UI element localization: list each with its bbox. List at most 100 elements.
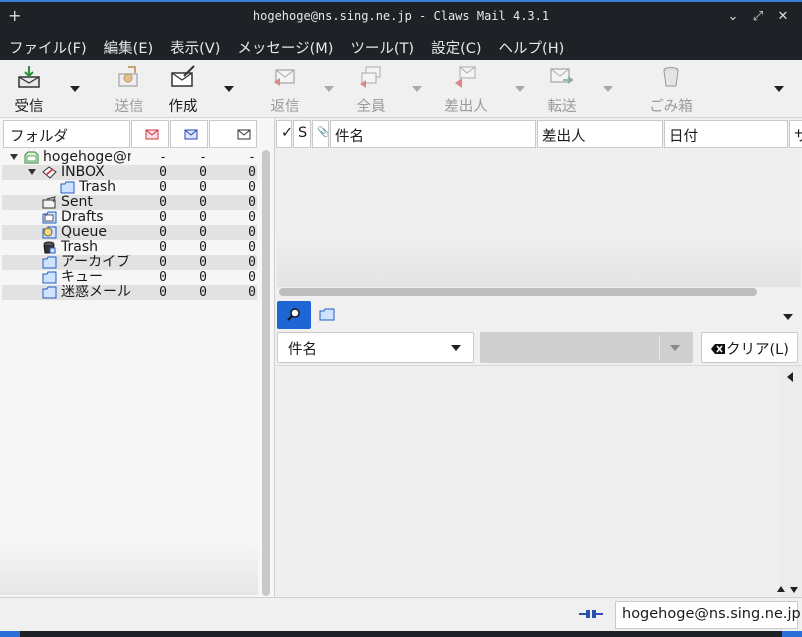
unread-count-column-header[interactable] [170, 120, 208, 148]
new-count: 0 [159, 165, 167, 180]
reply-label: 返信 [270, 99, 300, 115]
forward-dropdown[interactable] [603, 86, 613, 92]
folder-row-inbox[interactable]: INBOX 0 0 0 [2, 165, 257, 180]
unread-count: 0 [199, 180, 207, 195]
scroll-up-icon[interactable] [777, 586, 785, 592]
trash-can-icon [663, 67, 679, 87]
bottom-border [0, 631, 802, 637]
minimize-icon[interactable]: ⌄ [724, 8, 742, 26]
reply-sender-dropdown[interactable] [515, 86, 525, 92]
unread-count: 0 [199, 285, 207, 300]
folder-row-sent[interactable]: Sent 0 0 0 [2, 195, 257, 210]
col-size-header[interactable]: サ [789, 120, 802, 148]
scroll-down-icon[interactable] [790, 587, 798, 593]
new-count: 0 [159, 270, 167, 285]
total-count: - [248, 150, 256, 165]
reply-all-icon [360, 66, 381, 88]
folder-row-inbox-trash[interactable]: Trash 0 0 0 [2, 180, 257, 195]
drafts-icon [42, 211, 57, 224]
folder-row-account[interactable]: hogehoge@ns.sing.ne.jp - - - [2, 150, 257, 165]
total-count-column-header[interactable] [209, 120, 257, 148]
folder-column-header[interactable]: フォルダ [3, 120, 130, 148]
total-count: 0 [248, 270, 256, 285]
search-field-select[interactable]: 件名 [277, 332, 474, 363]
folder-row-queue[interactable]: Queue 0 0 0 [2, 225, 257, 240]
folder-row-archive[interactable]: アーカイブ 0 0 0 [2, 255, 257, 270]
account-selector[interactable]: hogehoge@ns.sing.ne.jp [615, 601, 801, 629]
trash-label: ごみ箱 [649, 99, 693, 115]
forward-icon [550, 68, 574, 84]
quicksearch-menu-dropdown[interactable] [783, 314, 793, 320]
search-folder-icon[interactable] [319, 308, 335, 321]
reply-button[interactable]: 返信 [264, 64, 306, 115]
maximize-icon[interactable]: ⤢ [749, 8, 767, 26]
message-view-scrollbar[interactable] [779, 366, 802, 598]
unread-count: 0 [199, 195, 207, 210]
border-accent-right [782, 631, 802, 637]
expander-icon[interactable] [28, 169, 36, 175]
compose-dropdown[interactable] [224, 86, 234, 92]
inbox-icon [42, 166, 57, 179]
reply-icon [274, 69, 295, 86]
trash-button[interactable]: ごみ箱 [645, 64, 697, 115]
menu-edit[interactable]: 編集(E) [95, 33, 161, 60]
message-view[interactable] [277, 365, 802, 598]
folder-name: キュー [61, 270, 103, 285]
col-subject-header[interactable]: 件名 [330, 120, 536, 148]
receive-button[interactable]: 受信 [8, 64, 50, 115]
total-count: 0 [248, 195, 256, 210]
clear-button[interactable]: クリア(L) [701, 332, 798, 363]
folder-icon [42, 271, 57, 284]
col-date-header[interactable]: 日付 [664, 120, 788, 148]
receive-dropdown[interactable] [70, 86, 80, 92]
folder-row-trash[interactable]: Trash 0 0 0 [2, 240, 257, 255]
reply-sender-icon [455, 66, 476, 88]
menu-settings[interactable]: 設定(C) [422, 33, 489, 60]
new-count: 0 [159, 255, 167, 270]
new-count-column-header[interactable] [131, 120, 169, 148]
compose-label: 作成 [168, 99, 198, 115]
toolbar: 受信 送信 作成 返信 全員 差出人 転送 ごみ箱 [0, 60, 802, 118]
col-from-header[interactable]: 差出人 [537, 120, 663, 148]
total-count: 0 [248, 180, 256, 195]
send-label: 送信 [114, 99, 144, 115]
folder-row-queue-jp[interactable]: キュー 0 0 0 [2, 270, 257, 285]
folder-row-drafts[interactable]: Drafts 0 0 0 [2, 210, 257, 225]
reply-sender-button[interactable]: 差出人 [438, 64, 494, 115]
compose-button[interactable]: 作成 [162, 64, 204, 115]
search-input[interactable] [480, 332, 693, 363]
close-icon[interactable]: ✕ [774, 8, 792, 26]
toolbar-overflow-dropdown[interactable] [774, 86, 784, 92]
col-status-header[interactable]: S [293, 120, 311, 148]
reply-dropdown[interactable] [324, 86, 334, 92]
folder-row-spam[interactable]: 迷惑メール 0 0 0 [2, 285, 257, 300]
compose-icon [171, 65, 195, 87]
unread-count: 0 [199, 255, 207, 270]
menu-view[interactable]: 表示(V) [161, 33, 228, 60]
reply-all-dropdown[interactable] [412, 86, 422, 92]
message-list-scrollbar[interactable] [279, 288, 757, 296]
expander-icon[interactable] [10, 154, 18, 160]
folder-pane-scrollbar[interactable] [262, 150, 270, 596]
menu-message[interactable]: メッセージ(M) [228, 33, 341, 60]
clear-label: クリア(L) [726, 342, 789, 358]
menu-file[interactable]: ファイル(F) [0, 33, 95, 60]
new-count: 0 [159, 180, 167, 195]
menu-tools[interactable]: ツール(T) [341, 33, 422, 60]
search-toggle-button[interactable] [277, 301, 311, 329]
col-attachment-header[interactable]: 📎 [312, 120, 329, 148]
reply-all-button[interactable]: 全員 [350, 64, 392, 115]
menu-help[interactable]: ヘルプ(H) [490, 33, 573, 60]
sent-icon [42, 196, 56, 209]
online-status-icon[interactable] [578, 607, 604, 621]
folder-name: INBOX [61, 165, 105, 180]
unread-count: 0 [199, 225, 207, 240]
send-button[interactable]: 送信 [108, 64, 150, 115]
folder-pane-background [0, 543, 258, 595]
col-mark-header[interactable]: ✓ [276, 120, 292, 148]
forward-button[interactable]: 転送 [541, 64, 583, 115]
collapse-arrow-icon[interactable] [787, 372, 793, 382]
message-list[interactable] [277, 149, 801, 287]
new-mail-icon [145, 129, 159, 140]
folder-icon [60, 181, 75, 194]
